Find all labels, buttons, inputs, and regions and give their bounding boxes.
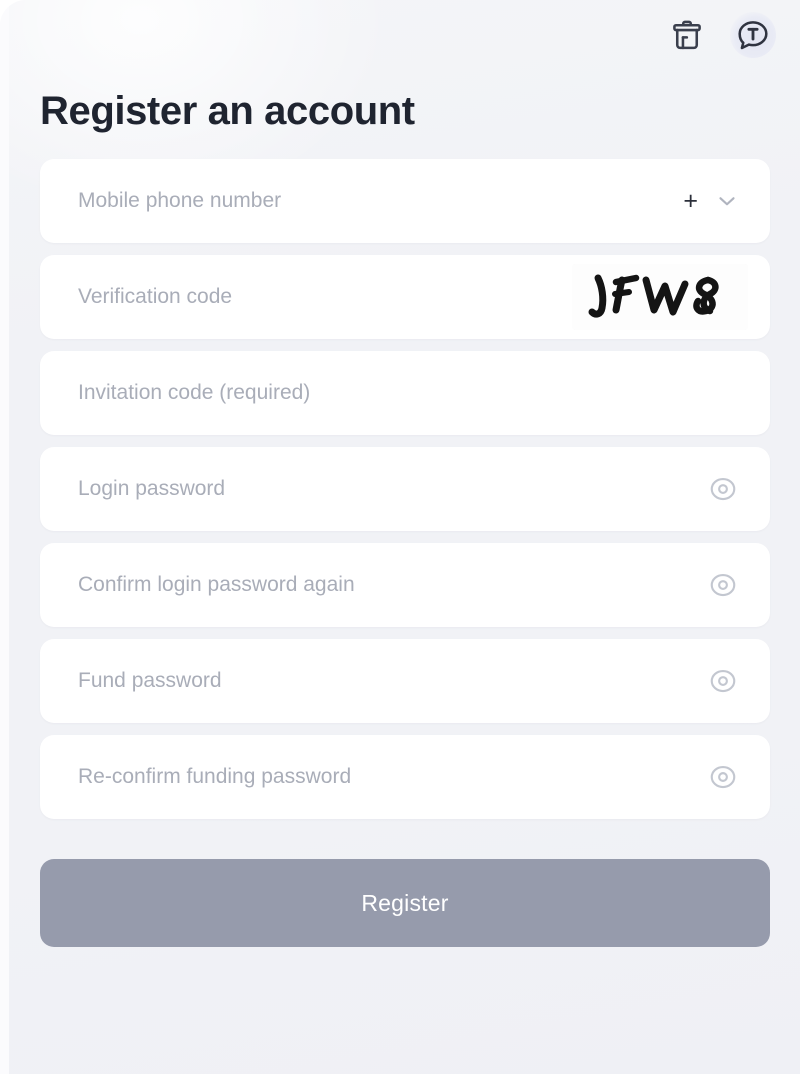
app-root: Register an account Mobile phone number … — [0, 0, 800, 1074]
eye-icon[interactable] — [706, 760, 740, 794]
field-invitation-code[interactable]: Invitation code (required) — [40, 351, 770, 435]
eye-icon[interactable] — [706, 664, 740, 698]
left-edge-gutter — [0, 0, 9, 1074]
top-action-bar — [0, 0, 800, 70]
invitation-code-input[interactable]: Invitation code (required) — [78, 381, 748, 405]
field-fund-password[interactable]: Fund password — [40, 639, 770, 723]
registration-form: Mobile phone number + Verification code — [40, 159, 770, 947]
plus-sign-icon[interactable]: + — [683, 188, 698, 214]
translate-button[interactable] — [730, 12, 776, 58]
mobile-phone-number-input[interactable]: Mobile phone number — [78, 189, 683, 213]
chevron-down-icon[interactable] — [714, 188, 740, 214]
field-mobile-phone-number[interactable]: Mobile phone number + — [40, 159, 770, 243]
verification-code-input[interactable]: Verification code — [78, 285, 572, 309]
eye-icon[interactable] — [706, 568, 740, 602]
field-login-password[interactable]: Login password — [40, 447, 770, 531]
reconfirm-funding-password-input[interactable]: Re-confirm funding password — [78, 765, 706, 789]
fund-password-input[interactable]: Fund password — [78, 669, 706, 693]
page-title: Register an account — [40, 89, 415, 133]
confirm-login-password-input[interactable]: Confirm login password again — [78, 573, 706, 597]
delete-icon — [669, 17, 705, 53]
login-password-input[interactable]: Login password — [78, 477, 706, 501]
delete-button[interactable] — [664, 12, 710, 58]
field-reconfirm-funding-password[interactable]: Re-confirm funding password — [40, 735, 770, 819]
field-verification-code[interactable]: Verification code — [40, 255, 770, 339]
register-button[interactable]: Register — [40, 859, 770, 947]
captcha-image[interactable] — [572, 264, 748, 330]
phone-adornments: + — [683, 188, 748, 214]
eye-icon[interactable] — [706, 472, 740, 506]
translate-icon — [734, 16, 772, 54]
field-confirm-login-password[interactable]: Confirm login password again — [40, 543, 770, 627]
page-content: Register an account Mobile phone number … — [0, 70, 800, 1074]
